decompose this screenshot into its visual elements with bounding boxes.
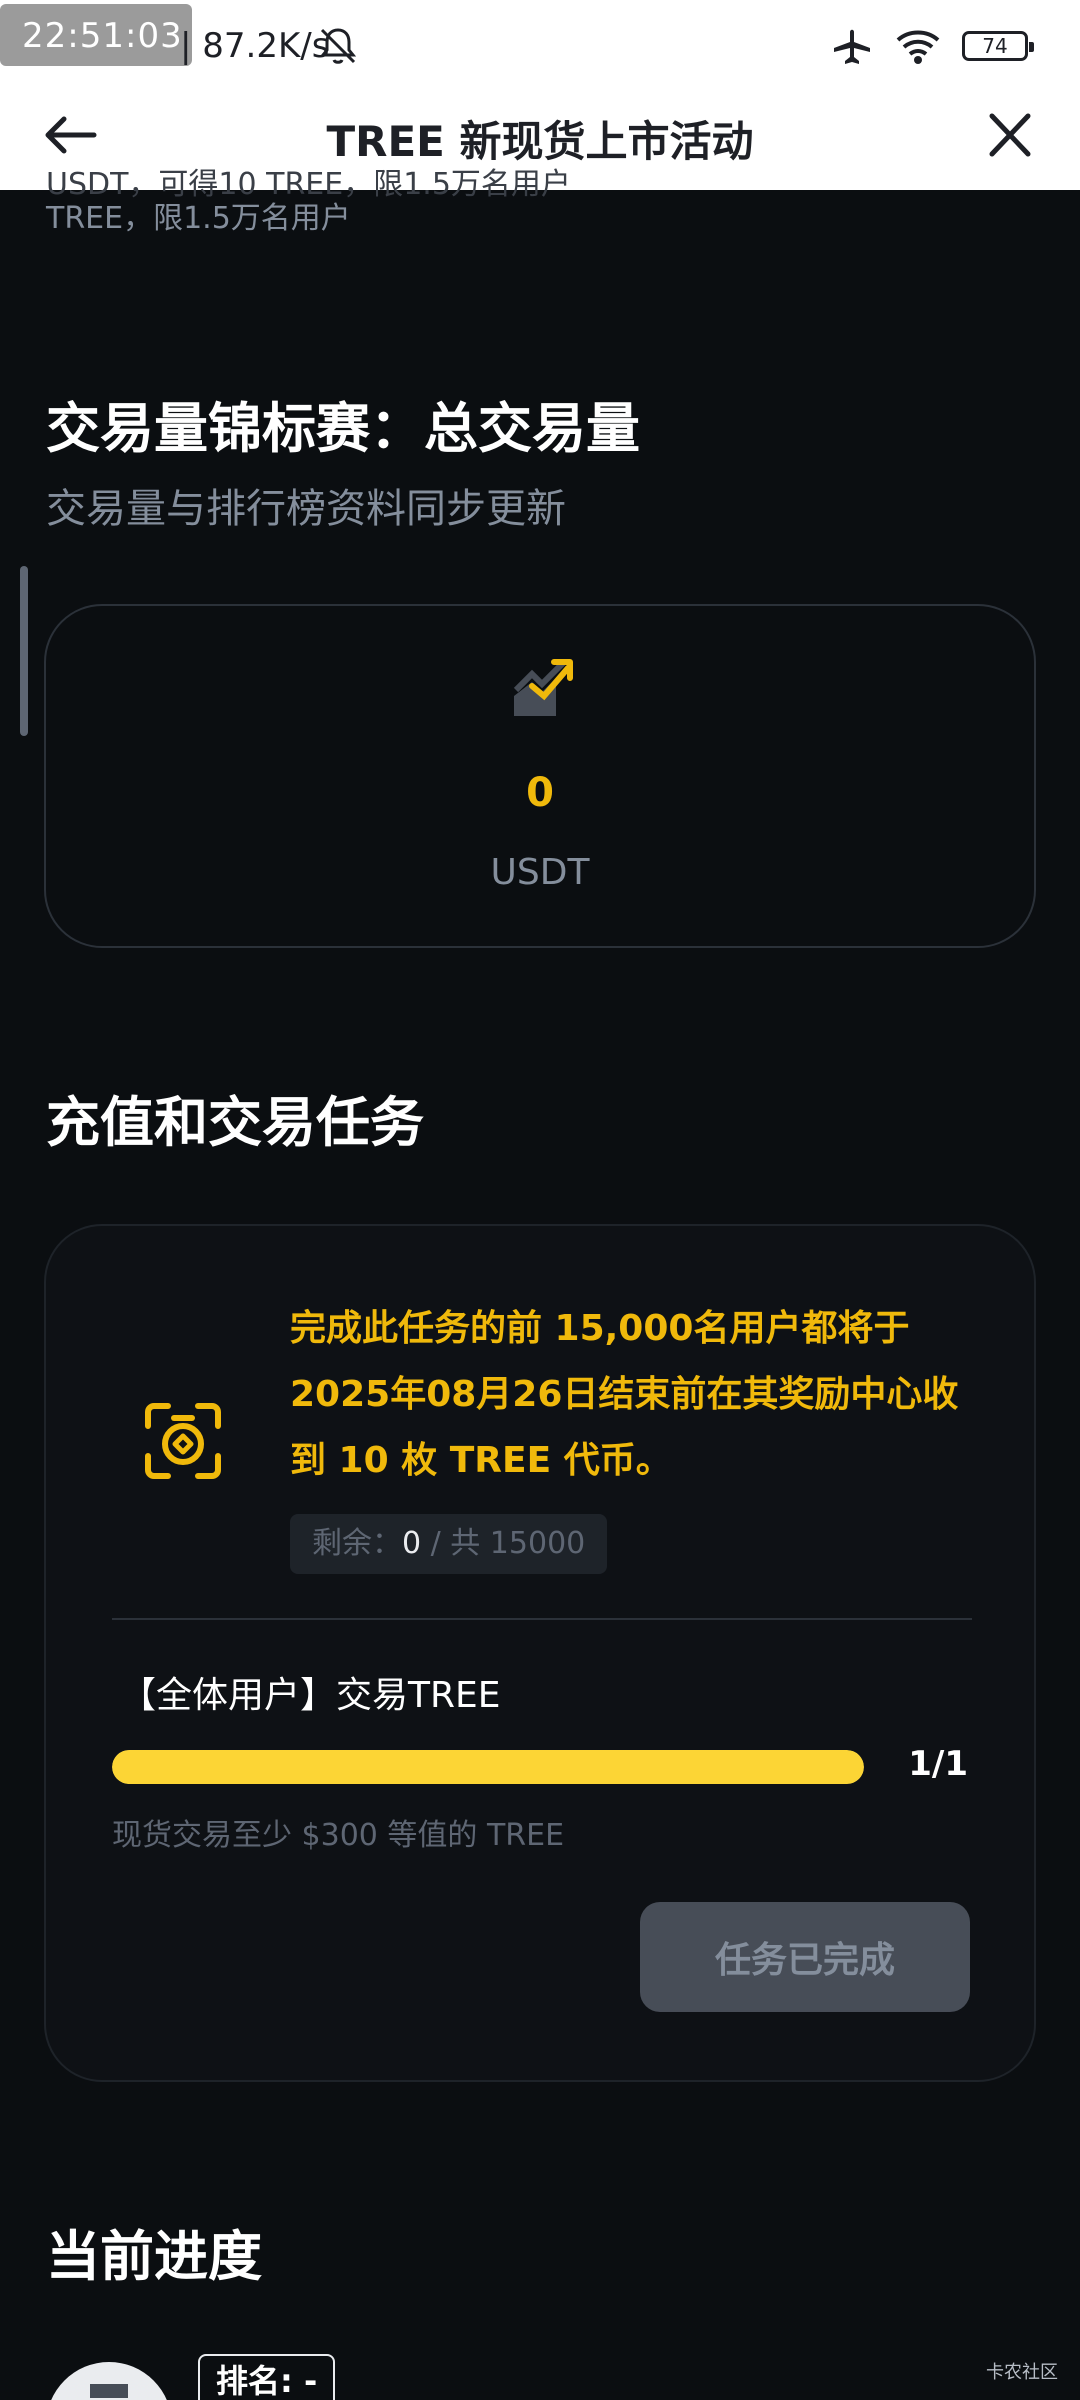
avatar [46, 2362, 172, 2400]
remaining-chip: 剩余：0 / 共 15000 [290, 1514, 608, 1574]
progress-fill [112, 1750, 864, 1784]
volume-value: 0 [526, 770, 554, 816]
volume-unit: USDT [490, 852, 590, 893]
rank-badge: 排名: - [198, 2354, 336, 2400]
task-item-title: 【全体用户】交易TREE [120, 1675, 501, 1716]
task-description: 完成此任务的前 15,000名用户都将于 2025年08月26日结束前在其奖励中… [290, 1308, 959, 1481]
status-bar: 22:51:03 | 87.2K/s 74 [0, 0, 1080, 80]
watermark: 卡农社区 [986, 2362, 1058, 2383]
status-time: 22:51:03 [22, 16, 183, 56]
battery-icon: 74 [962, 31, 1034, 61]
intro-text-tail: TREE，限1.5万名用户 [46, 201, 351, 236]
remaining-value: 0 [402, 1526, 422, 1561]
mute-icon [319, 28, 357, 64]
progress-bar [112, 1750, 864, 1784]
volume-card: 0 USDT [44, 604, 1036, 948]
volume-section-title: 交易量锦标赛：总交易量 [46, 397, 640, 460]
task-card: 完成此任务的前 15,000名用户都将于 2025年08月26日结束前在其奖励中… [44, 1224, 1036, 2082]
network-speed: | 87.2K/s [180, 26, 330, 66]
page-title: TREE 新现货上市活动 [326, 117, 754, 166]
progress-text: 1/1 [908, 1744, 968, 1784]
trend-up-icon [513, 659, 573, 716]
task-section-title: 充值和交易任务 [46, 1091, 424, 1154]
gift-icon [145, 1403, 221, 1479]
divider [112, 1618, 972, 1620]
wifi-icon [896, 30, 940, 64]
task-requirement: 现货交易至少 $300 等值的 TREE [112, 1818, 565, 1853]
task-completed-button[interactable]: 任务已完成 [640, 1902, 970, 2012]
remaining-total: / 共 15000 [421, 1526, 586, 1561]
volume-section-subtitle: 交易量与排行榜资料同步更新 [46, 486, 566, 532]
progress-section-title: 当前进度 [46, 2225, 262, 2288]
remaining-label: 剩余： [312, 1526, 402, 1561]
close-icon[interactable] [980, 106, 1040, 164]
scrollbar[interactable] [20, 566, 28, 736]
airplane-icon [834, 29, 870, 64]
